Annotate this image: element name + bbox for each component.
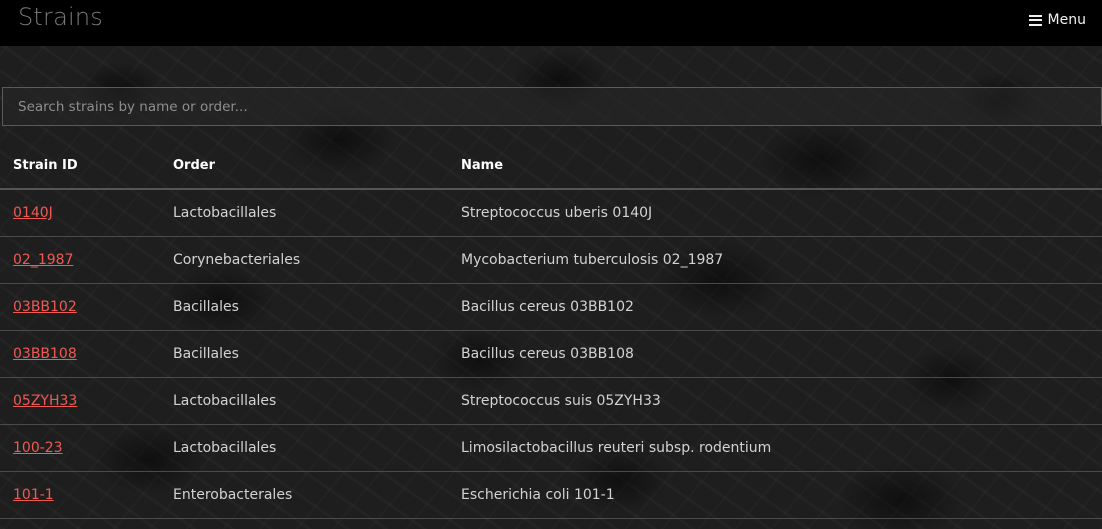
search-input[interactable] (2, 87, 1102, 126)
order-cell: Corynebacteriales (160, 236, 448, 284)
strain-id-link[interactable]: 0140J (13, 205, 53, 221)
strain-id-cell: 02_1987 (0, 236, 160, 284)
name-cell: Mycobacterium tuberculosis 02_1987 (448, 236, 1102, 284)
name-cell: Streptococcus uberis 0140J (448, 189, 1102, 237)
strain-id-link[interactable]: 05ZYH33 (13, 393, 77, 409)
table-row: 03BB108 Bacillales Bacillus cereus 03BB1… (0, 330, 1102, 378)
strain-id-cell: 03BB102 (0, 283, 160, 331)
order-cell: Bacillales (160, 283, 448, 331)
column-header-order[interactable]: Order (160, 143, 448, 190)
table-row: 0140J Lactobacillales Streptococcus uber… (0, 189, 1102, 237)
order-cell: Lactobacillales (160, 424, 448, 472)
table-row: 100-23 Lactobacillales Limosilactobacill… (0, 424, 1102, 472)
name-cell: Bacillus cereus 03BB102 (448, 283, 1102, 331)
name-cell: Escherichia coli 101-1 (448, 471, 1102, 519)
menu-button[interactable]: Menu (1028, 12, 1086, 28)
table-row: 101-1 Enterobacterales Escherichia coli … (0, 471, 1102, 519)
name-cell: Bacillus cereus 03BB108 (448, 330, 1102, 378)
strain-id-link[interactable]: 101-1 (13, 487, 54, 503)
strain-id-cell: 03BB108 (0, 330, 160, 378)
menu-label: Menu (1047, 12, 1086, 28)
name-cell: Limosilactobacillus reuteri subsp. roden… (448, 424, 1102, 472)
order-cell: Lactobacillales (160, 377, 448, 425)
order-cell: Enterobacterales (160, 471, 448, 519)
order-cell: Lactobacillales (160, 189, 448, 237)
strain-id-cell: 05ZYH33 (0, 377, 160, 425)
top-bar: Strains Menu (0, 0, 1102, 46)
table-row: 02_1987 Corynebacteriales Mycobacterium … (0, 236, 1102, 284)
strain-id-link[interactable]: 03BB102 (13, 299, 77, 315)
table-row: 05ZYH33 Lactobacillales Streptococcus su… (0, 377, 1102, 425)
strains-table: Strain ID Order Name 0140J Lactobacillal… (0, 143, 1102, 519)
order-cell: Bacillales (160, 330, 448, 378)
name-cell: Streptococcus suis 05ZYH33 (448, 377, 1102, 425)
strain-id-cell: 101-1 (0, 471, 160, 519)
search-container (2, 87, 1102, 126)
strain-id-cell: 0140J (0, 189, 160, 237)
page-title: Strains (18, 3, 104, 31)
strain-id-link[interactable]: 100-23 (13, 440, 63, 456)
column-header-name[interactable]: Name (448, 143, 1102, 190)
table-header-row: Strain ID Order Name (0, 143, 1102, 190)
hamburger-icon (1028, 14, 1042, 26)
strain-id-cell: 100-23 (0, 424, 160, 472)
strain-id-link[interactable]: 02_1987 (13, 252, 73, 268)
column-header-strain-id[interactable]: Strain ID (0, 143, 160, 190)
strain-id-link[interactable]: 03BB108 (13, 346, 77, 362)
table-row: 03BB102 Bacillales Bacillus cereus 03BB1… (0, 283, 1102, 331)
